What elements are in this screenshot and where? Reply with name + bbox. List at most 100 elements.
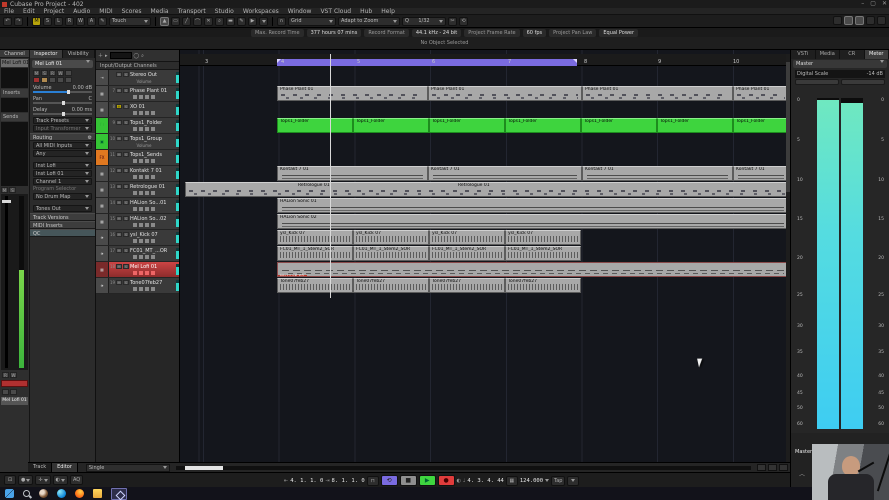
- menu-window[interactable]: Window: [288, 8, 312, 15]
- channel-sends-button[interactable]: Sends: [1, 113, 28, 121]
- inspector-monitor-button[interactable]: [41, 77, 48, 83]
- search-track-icon[interactable]: ⌕: [141, 53, 144, 59]
- erase-tool-icon[interactable]: ✕: [204, 17, 213, 26]
- taskbar-search-icon[interactable]: [23, 490, 30, 497]
- menu-media[interactable]: Media: [151, 8, 169, 15]
- track-row-kontakt[interactable]: ▦ 12MSKontakt 7 01: [96, 166, 179, 182]
- master-meter-header[interactable]: Master: [793, 60, 887, 68]
- inspector-freeze-button[interactable]: [57, 77, 64, 83]
- menu-scores[interactable]: Scores: [122, 8, 142, 15]
- pan-law-value[interactable]: Equal Power: [599, 29, 638, 37]
- channel-edit-button[interactable]: [10, 389, 17, 395]
- midi-event[interactable]: Kontakt 7 01: [733, 166, 789, 181]
- solo-button[interactable]: S: [123, 232, 129, 237]
- channel-fader[interactable]: [1, 194, 28, 370]
- split-tool-icon[interactable]: ╱: [182, 17, 191, 26]
- left-locator-value[interactable]: 4. 1. 1. 0: [290, 478, 323, 484]
- cycle-locator-range[interactable]: [277, 59, 577, 66]
- menu-midi[interactable]: MIDI: [99, 8, 112, 15]
- track-row-tops-folder[interactable]: 🗀 9MSTops1_Folder: [96, 118, 179, 134]
- mute-tool-icon[interactable]: ▬: [226, 17, 235, 26]
- chevron-up-icon[interactable]: ︿: [799, 469, 805, 478]
- metronome-icon[interactable]: ♩: [463, 478, 465, 484]
- draw-tool-icon[interactable]: ✎: [237, 17, 246, 26]
- solo-button[interactable]: S: [123, 88, 129, 93]
- track-row-halion-1[interactable]: ▦ 14MSHALion So...01: [96, 198, 179, 214]
- automation-pencil-icon[interactable]: ✎: [98, 17, 107, 26]
- editor-mode-select[interactable]: Single: [86, 464, 170, 472]
- inspector-instrument-button[interactable]: [65, 77, 72, 83]
- grid-type-select[interactable]: Grid: [288, 17, 336, 26]
- delay-slider[interactable]: [33, 113, 92, 115]
- solo-button[interactable]: S: [123, 104, 129, 109]
- start-menu-icon[interactable]: [5, 489, 14, 498]
- constrain-delay-icon[interactable]: ⊡: [4, 475, 16, 485]
- track-row-xo[interactable]: ▦ 8MSXO 01: [96, 102, 179, 118]
- menu-hub[interactable]: Hub: [360, 8, 372, 15]
- audio-event[interactable]: Tone07feb27: [429, 278, 505, 293]
- mute-button[interactable]: M: [116, 168, 122, 173]
- drum-map-select[interactable]: No Drum Map: [33, 193, 92, 200]
- audio-event[interactable]: Tone07feb27: [353, 278, 429, 293]
- zoom-tool-icon[interactable]: ⌕: [215, 17, 224, 26]
- play-tool-icon[interactable]: ▶: [248, 17, 257, 26]
- meter-hold-button[interactable]: [841, 79, 885, 85]
- folder-event[interactable]: Tops1_Folder: [733, 118, 789, 133]
- midi-input-select[interactable]: All MIDI Inputs: [33, 142, 92, 149]
- track-row-fc01[interactable]: 🕪 17MSFC01_MT_...OR: [96, 246, 179, 262]
- mute-button[interactable]: M: [116, 88, 122, 93]
- section-track-versions[interactable]: Track Versions: [30, 213, 95, 221]
- automation-m-button[interactable]: M: [32, 17, 41, 26]
- solo-button[interactable]: S: [123, 264, 129, 269]
- track-row-tone[interactable]: 🕪 19MSTone07feb27: [96, 278, 179, 294]
- output-routing-select[interactable]: Inst Lofi: [33, 162, 92, 169]
- record-format-value[interactable]: 44.1 kHz - 24 bit: [412, 29, 461, 37]
- fader-cap[interactable]: [2, 200, 11, 203]
- mute-button[interactable]: M: [116, 152, 122, 157]
- cycle-button[interactable]: ⟲: [381, 475, 398, 486]
- channel-write-button[interactable]: W: [10, 372, 17, 378]
- tap-tempo-button[interactable]: Tap: [551, 476, 565, 486]
- channel-select[interactable]: Channel 1: [33, 178, 92, 185]
- volume-value[interactable]: 0.00 dB: [73, 85, 92, 91]
- monitor-mode-icon[interactable]: ◐: [53, 475, 68, 485]
- channel-track-name[interactable]: Mel Lofi 01: [1, 59, 28, 67]
- record-mode-icon[interactable]: ●: [18, 475, 33, 485]
- midi-event[interactable]: HALion Sonic 01: [277, 198, 789, 213]
- pan-value[interactable]: C: [89, 96, 93, 102]
- mute-button[interactable]: M: [116, 184, 122, 189]
- minimize-icon[interactable]: –: [861, 0, 864, 7]
- snap-magnet-icon[interactable]: ∩: [277, 17, 286, 26]
- menu-help[interactable]: Help: [381, 8, 395, 15]
- mute-button[interactable]: M: [116, 248, 122, 253]
- pan-slider[interactable]: [33, 102, 92, 104]
- inspector-record-button[interactable]: [33, 77, 40, 83]
- punch-in-icon[interactable]: ⊓: [367, 476, 379, 486]
- left-zone-toggle-icon[interactable]: [844, 16, 853, 25]
- iterative-quantize-icon[interactable]: ✂: [448, 17, 457, 26]
- firefox-browser-icon[interactable]: [75, 489, 84, 498]
- track-row-mel-lofi-selected[interactable]: ▦ 18MSMel Lofi 01: [96, 262, 179, 278]
- input-transformer-row[interactable]: Input Transformer: [33, 125, 92, 132]
- setup-window-layout-icon[interactable]: [833, 16, 842, 25]
- mute-button[interactable]: M: [116, 216, 122, 221]
- inspector-track-header[interactable]: Mel Lofi 01: [32, 60, 93, 68]
- automation-l-button[interactable]: L: [54, 17, 63, 26]
- toolbar-options-icon[interactable]: [877, 16, 886, 25]
- inspector-read-button[interactable]: R: [49, 70, 56, 76]
- io-channels-row[interactable]: Input/Output Channels: [96, 62, 179, 70]
- audio-event[interactable]: FC01_MT_1_Stem2_SOR: [277, 246, 353, 261]
- mute-button[interactable]: M: [116, 72, 122, 77]
- channel-inserts-button[interactable]: Inserts: [1, 89, 28, 97]
- frame-rate-value[interactable]: 60 fps: [523, 29, 547, 37]
- goto-left-locator-icon[interactable]: ⇤: [284, 478, 288, 484]
- tab-media[interactable]: Media: [816, 50, 841, 59]
- menu-file[interactable]: File: [4, 8, 14, 15]
- tab-cr[interactable]: CR: [840, 50, 865, 59]
- solo-button[interactable]: S: [123, 216, 129, 221]
- audio-event[interactable]: ysl_Kick 07: [505, 230, 581, 245]
- object-select-tool-icon[interactable]: ▲: [160, 17, 169, 26]
- menu-studio[interactable]: Studio: [215, 8, 234, 15]
- arrangement-area[interactable]: 3 4 5 6 7 8 9 10 Phase Plant 01 Phase Pl…: [180, 50, 790, 472]
- inspector-write-button[interactable]: W: [57, 70, 64, 76]
